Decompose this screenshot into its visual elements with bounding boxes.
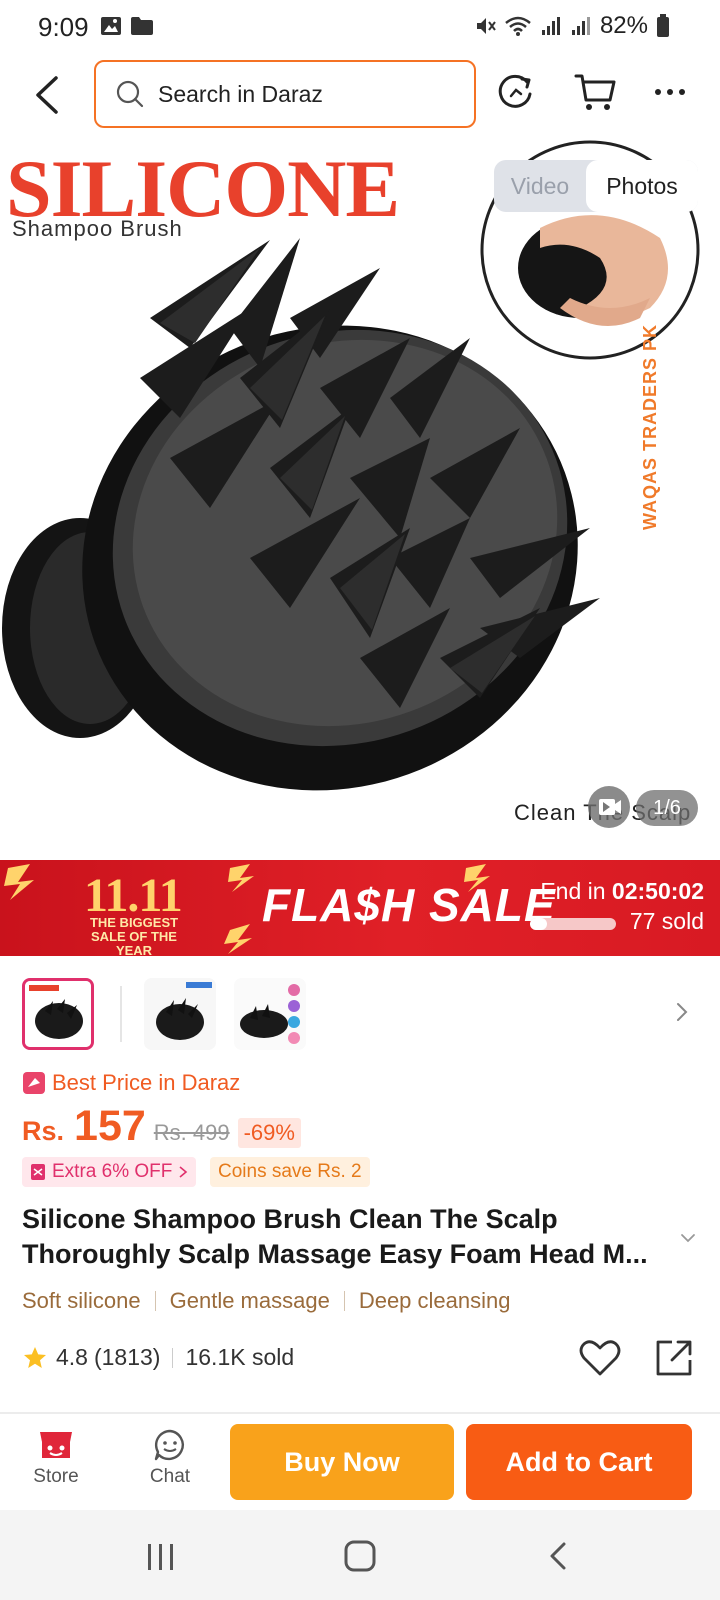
feature-tag: Deep cleansing xyxy=(358,1288,511,1313)
signal-icon xyxy=(541,17,560,35)
price-row: Rs. 157 Rs. 499 -69% xyxy=(22,1102,301,1151)
chat-button[interactable]: Chat xyxy=(130,1428,210,1488)
status-notification-icons xyxy=(100,15,154,37)
product-title-line-2: Thoroughly Scalp Massage Easy Foam Head … xyxy=(22,1239,648,1269)
play-icon xyxy=(599,799,621,815)
best-price-badge: Best Price in Daraz xyxy=(22,1070,240,1096)
media-toggle: Video Photos xyxy=(494,160,698,212)
thumbnail-image xyxy=(144,978,216,1050)
system-nav-bar xyxy=(0,1510,720,1600)
flash-sale-title: FLA$H SALE xyxy=(262,879,556,931)
bottom-action-bar: Store Chat Buy Now Add to Cart xyxy=(0,1414,720,1510)
thumbnail-2[interactable] xyxy=(144,978,216,1050)
more-options-icon[interactable] xyxy=(650,70,694,114)
feature-divider xyxy=(343,1291,345,1311)
product-image xyxy=(2,140,700,791)
gallery-icon xyxy=(101,17,121,35)
search-placeholder: Search in Daraz xyxy=(158,80,323,107)
sold-count: 16.1K sold xyxy=(185,1344,295,1370)
countdown-timer: 02:50:02 xyxy=(611,878,704,904)
sold-progress-bar xyxy=(530,918,616,930)
back-arrow-icon[interactable] xyxy=(28,72,68,118)
signal-icon-2 xyxy=(571,17,590,35)
voucher-extra-off[interactable]: Extra 6% OFF xyxy=(22,1157,197,1187)
thumbnail-image xyxy=(25,981,91,1047)
end-in-label: End in xyxy=(540,878,606,904)
store-icon xyxy=(40,1432,72,1458)
image-subtitle: Shampoo Brush xyxy=(12,216,183,241)
rating-row[interactable]: 4.8 (1813) 16.1K sold xyxy=(22,1344,294,1371)
recent-apps-icon[interactable] xyxy=(140,1538,180,1574)
store-label: Store xyxy=(33,1466,79,1487)
thumbnail-1[interactable] xyxy=(22,978,94,1050)
back-nav-icon[interactable] xyxy=(540,1538,580,1574)
best-price-label: Best Price in Daraz xyxy=(52,1070,241,1095)
share-icon[interactable] xyxy=(652,1336,696,1380)
chevron-right-icon[interactable] xyxy=(672,1000,692,1024)
thumbnail-divider xyxy=(120,986,122,1042)
top-header: Search in Daraz xyxy=(0,52,720,138)
flash-sold-count: 77 sold xyxy=(629,908,704,934)
thumbnail-strip xyxy=(0,956,720,1060)
chevron-down-icon[interactable] xyxy=(678,1230,698,1246)
status-time: 9:09 xyxy=(38,12,89,42)
brand-watermark: WAQAS TRADERS PK xyxy=(640,323,660,530)
thumbnail-3[interactable] xyxy=(234,978,306,1050)
rating-value: 4.8 xyxy=(56,1344,88,1370)
chat-label: Chat xyxy=(149,1466,191,1487)
product-title-line-1: Silicone Shampoo Brush Clean The Scalp xyxy=(22,1204,558,1234)
rating-divider xyxy=(172,1347,174,1368)
original-price: Rs. 499 xyxy=(153,1120,230,1145)
chevron-right-icon xyxy=(179,1166,188,1178)
refresh-icon[interactable] xyxy=(494,70,538,114)
cart-icon[interactable] xyxy=(574,70,618,114)
feature-tags: Soft silicone Gentle massage Deep cleans… xyxy=(22,1288,511,1314)
add-to-cart-button[interactable]: Add to Cart xyxy=(466,1424,692,1500)
search-input[interactable]: Search in Daraz xyxy=(94,60,476,128)
event-tagline: THE BIGGEST SALE OF THE YEAR xyxy=(89,915,179,957)
star-icon xyxy=(24,1346,46,1368)
coins-label: Coins save Rs. 2 xyxy=(218,1161,362,1182)
battery-percent: 82% xyxy=(599,12,648,39)
feature-tag: Soft silicone xyxy=(22,1288,141,1313)
tab-photos[interactable]: Photos xyxy=(586,160,698,212)
flash-countdown: End in 02:50:02 xyxy=(540,878,704,905)
extra-off-label: Extra 6% OFF xyxy=(52,1161,173,1182)
wifi-icon xyxy=(505,16,531,36)
buy-now-button[interactable]: Buy Now xyxy=(230,1424,454,1500)
mute-icon xyxy=(476,18,496,34)
store-button[interactable]: Store xyxy=(16,1428,96,1488)
product-image-gallery[interactable]: SILICONE Shampoo Brush WAQAS TRADERS PK … xyxy=(0,138,720,860)
image-counter: 1/6 xyxy=(636,790,698,826)
feature-tag: Gentle massage xyxy=(169,1288,330,1313)
discount-badge: -69% xyxy=(237,1118,301,1148)
thumbnail-image xyxy=(234,978,306,1050)
coins-badge[interactable]: Coins save Rs. 2 xyxy=(210,1157,370,1187)
status-bar: 9:09 82% xyxy=(0,0,720,52)
status-system-icons: 82% xyxy=(474,12,670,40)
search-icon xyxy=(116,80,144,108)
price-tag-icon xyxy=(23,1072,45,1094)
play-video-button[interactable] xyxy=(588,786,630,828)
currency-label: Rs. xyxy=(22,1116,65,1146)
heart-icon[interactable] xyxy=(578,1336,622,1380)
voucher-icon xyxy=(31,1164,45,1180)
chat-icon xyxy=(154,1429,184,1461)
rating-count: (1813) xyxy=(93,1344,161,1370)
tab-video[interactable]: Video xyxy=(494,160,586,212)
product-title[interactable]: Silicone Shampoo Brush Clean The Scalp T… xyxy=(22,1202,670,1272)
sold-progress-fill xyxy=(530,918,548,930)
feature-divider xyxy=(154,1291,156,1311)
folder-icon xyxy=(131,17,153,35)
home-icon[interactable] xyxy=(340,1538,380,1574)
flash-sale-banner[interactable]: 11.11 THE BIGGEST SALE OF THE YEAR FLA$H… xyxy=(0,860,720,956)
current-price: 157 xyxy=(74,1102,146,1150)
battery-icon xyxy=(657,14,669,37)
